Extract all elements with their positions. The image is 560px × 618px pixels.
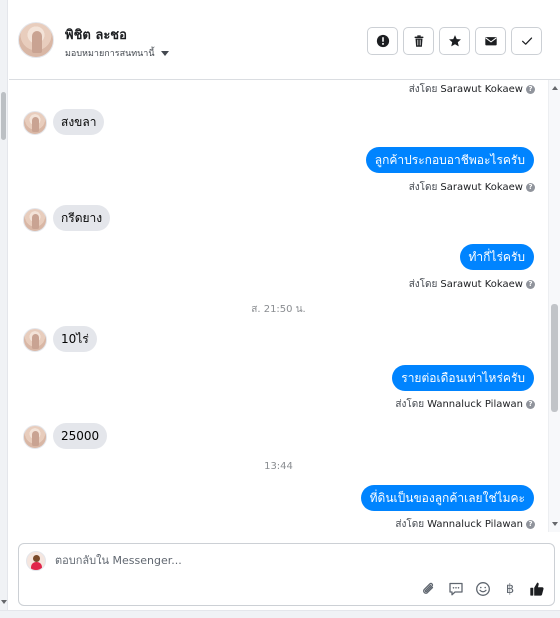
mark-unread-button[interactable] [475, 27, 506, 55]
sent-by-agent: Wannaluck Pilawan [427, 519, 523, 530]
assign-conversation-label: มอบหมายการสนทนานี้ [65, 49, 155, 59]
thumbs-up-icon [530, 582, 544, 596]
mark-spam-button[interactable] [367, 27, 398, 55]
sent-by-prefix: ส่งโดย [408, 182, 438, 193]
help-icon[interactable]: ? [526, 183, 535, 192]
page-avatar-body [31, 562, 42, 570]
sent-by-line: ส่งโดย Sarawut Kokaew ? [409, 277, 535, 292]
conversation-header: พิชิต ละชอ มอบหมายการสนทนานี้ [9, 0, 560, 80]
contact-avatar-figure [32, 31, 42, 53]
scroll-down-arrow[interactable] [552, 522, 558, 526]
alert-icon [376, 34, 389, 48]
thread-scrollbar[interactable] [548, 80, 560, 532]
outgoing-message[interactable]: ลูกค้าประกอบอาชีพอะไรครับ [365, 147, 534, 173]
baht-icon: ฿ [505, 581, 515, 597]
contact-avatar-small-figure [32, 431, 39, 446]
emoji-icon [476, 582, 490, 596]
sent-by-agent: Sarawut Kokaew [440, 182, 523, 193]
help-icon[interactable]: ? [526, 520, 535, 529]
timestamp-divider: 13:44 [264, 461, 293, 472]
outgoing-message[interactable]: ที่ดินเป็นของลูกค้าเลยใช่ไมคะ [360, 485, 534, 511]
sent-by-line: ส่งโดย Sarawut Kokaew ? [409, 180, 535, 195]
help-icon[interactable]: ? [526, 85, 535, 94]
bottom-scrollbar[interactable] [0, 610, 560, 618]
contact-avatar-small[interactable] [23, 328, 47, 352]
sent-by-prefix: ส่งโดย [395, 399, 425, 410]
check-icon [521, 37, 532, 45]
paperclip-icon [423, 582, 434, 594]
contact-avatar-small[interactable] [23, 111, 47, 135]
scroll-up-arrow[interactable] [552, 86, 558, 90]
contact-avatar-small-figure [32, 214, 39, 229]
page-avatar [26, 551, 46, 571]
contact-avatar-small-figure [32, 334, 39, 349]
sent-by-prefix: ส่งโดย [408, 84, 438, 95]
caret-down-icon [160, 50, 169, 56]
thread-scrollbar-thumb[interactable] [551, 304, 558, 412]
payment-button[interactable]: ฿ [501, 580, 519, 598]
contact-avatar-small[interactable] [23, 208, 47, 232]
contact-name[interactable]: พิชิต ละชอ [65, 24, 127, 45]
incoming-message[interactable]: 25000 [53, 423, 108, 449]
star-icon [448, 35, 461, 47]
mark-done-button[interactable] [511, 27, 542, 55]
page-avatar-head [33, 555, 40, 562]
assign-conversation-dropdown[interactable]: มอบหมายการสนทนานี้ [65, 46, 169, 60]
outer-scrollbar[interactable] [0, 0, 8, 618]
sent-by-agent: Sarawut Kokaew [440, 84, 523, 95]
incoming-message[interactable]: สงขลา [53, 109, 105, 135]
header-actions [367, 27, 542, 55]
sent-by-line: ส่งโดย Wannaluck Pilawan ? [395, 517, 535, 532]
sent-by-line: ส่งโดย Wannaluck Pilawan ? [395, 397, 535, 412]
timestamp-divider: ส. 21:50 น. [251, 304, 306, 315]
send-like-button[interactable] [528, 580, 546, 598]
sent-by-agent: Wannaluck Pilawan [427, 399, 523, 410]
contact-avatar[interactable] [18, 22, 54, 58]
conversation-panel: พิชิต ละชอ มอบหมายการสนทนานี้ ส่งโดย Sar… [0, 0, 560, 618]
saved-replies-button[interactable] [447, 580, 465, 598]
help-icon[interactable]: ? [526, 280, 535, 289]
contact-avatar-small[interactable] [23, 425, 47, 449]
reply-input[interactable] [55, 554, 495, 567]
help-icon[interactable]: ? [526, 400, 535, 409]
sent-by-prefix: ส่งโดย [395, 519, 425, 530]
attach-button[interactable] [420, 580, 438, 598]
sent-by-line: ส่งโดย Sarawut Kokaew ? [409, 82, 535, 97]
outgoing-message[interactable]: รายต่อเดือนเท่าไหร่ครับ [392, 365, 534, 391]
envelope-icon [484, 37, 497, 46]
sent-by-agent: Sarawut Kokaew [440, 279, 523, 290]
incoming-message[interactable]: กรีดยาง [53, 205, 111, 231]
outer-scrollbar-thumb[interactable] [1, 92, 6, 140]
sent-by-prefix: ส่งโดย [408, 279, 438, 290]
trash-icon [414, 35, 423, 47]
incoming-message[interactable]: 10ไร่ [53, 326, 97, 352]
outgoing-message[interactable]: ทำกี่ไร่ครับ [459, 244, 534, 270]
reply-composer: ฿ [18, 543, 555, 606]
composer-tools: ฿ [420, 580, 546, 598]
message-thread[interactable]: ส่งโดย Sarawut Kokaew ? สงขลา ลูกค้าประก… [9, 80, 548, 532]
contact-avatar-small-figure [32, 117, 39, 132]
outer-scrollbar-down-arrow[interactable] [1, 600, 7, 604]
delete-button[interactable] [403, 27, 434, 55]
saved-reply-icon [449, 582, 463, 596]
emoji-button[interactable] [474, 580, 492, 598]
star-button[interactable] [439, 27, 470, 55]
